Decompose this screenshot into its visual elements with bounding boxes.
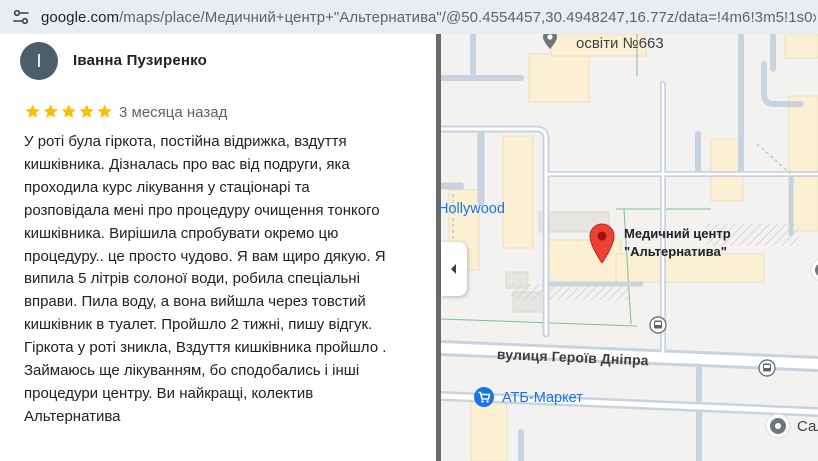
bus-stop-icon[interactable] bbox=[758, 359, 776, 377]
atb-market-label[interactable]: АТБ-Маркет bbox=[502, 390, 583, 406]
clinic-label-line2: "Альтернатива" bbox=[624, 244, 727, 259]
clinic-label[interactable]: Медичний центр "Альтернатива" bbox=[624, 225, 731, 261]
url-host: google.com bbox=[41, 8, 120, 26]
avatar[interactable]: І bbox=[20, 42, 58, 80]
review-panel: І Іванна Пузиренко 3 месяца назад У роті… bbox=[0, 34, 436, 461]
clinic-label-line1: Медичний центр bbox=[624, 226, 731, 241]
url-path: /maps/place/Медичний+центр+"Альтернатива… bbox=[119, 8, 816, 26]
collapse-panel-button[interactable] bbox=[441, 242, 467, 296]
star-icon bbox=[25, 104, 40, 118]
school-label[interactable]: освіти №663 bbox=[576, 35, 664, 52]
red-map-pin-icon[interactable] bbox=[588, 222, 616, 264]
star-icon bbox=[79, 104, 94, 118]
star-icon bbox=[97, 104, 112, 118]
reviewer-name[interactable]: Іванна Пузиренко bbox=[73, 52, 207, 69]
star-rating bbox=[24, 103, 114, 120]
bus-stop-icon[interactable] bbox=[649, 316, 667, 334]
sal-label[interactable]: Сал bbox=[797, 418, 818, 435]
hollywood-label[interactable]: Hollywood bbox=[438, 201, 505, 217]
poi-pin-icon[interactable] bbox=[541, 34, 559, 50]
chevron-left-icon bbox=[451, 264, 456, 274]
poi-pin-icon[interactable] bbox=[810, 258, 818, 282]
tune-icon[interactable] bbox=[12, 8, 30, 26]
url-text[interactable]: google.com/maps/place/Медичний+центр+"Ал… bbox=[41, 9, 816, 26]
address-bar[interactable]: google.com/maps/place/Медичний+центр+"Ал… bbox=[0, 0, 818, 34]
review-text: У роті була гіркота, постійна відрижка, … bbox=[24, 133, 387, 425]
grey-poi-pin-icon[interactable] bbox=[765, 413, 791, 439]
star-icon bbox=[43, 104, 58, 118]
review-date: 3 месяца назад bbox=[119, 104, 228, 121]
shopping-cart-icon[interactable] bbox=[473, 386, 495, 408]
star-icon bbox=[61, 104, 76, 118]
